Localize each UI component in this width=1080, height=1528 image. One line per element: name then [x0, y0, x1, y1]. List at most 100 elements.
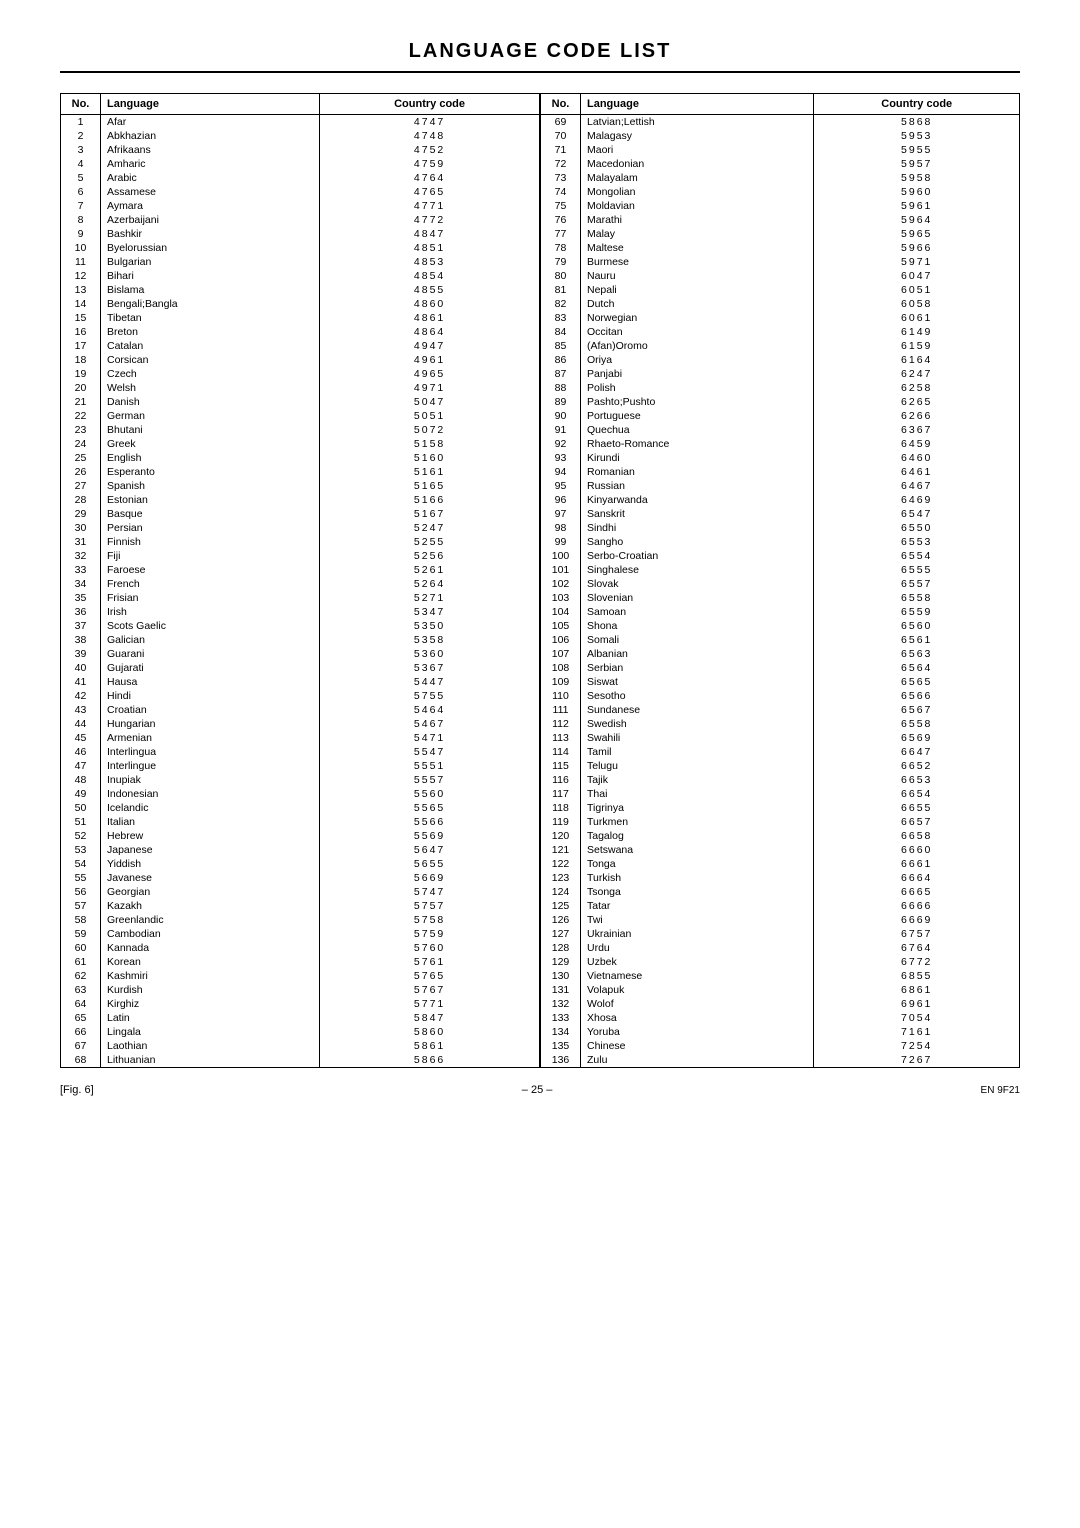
row-number: 6: [61, 185, 101, 199]
row-language: Romanian: [581, 465, 814, 479]
table-row: 62Kashmiri5765: [61, 969, 540, 983]
row-code: 5072: [320, 423, 540, 437]
right-header-no: No.: [541, 94, 581, 115]
row-code: 5757: [320, 899, 540, 913]
row-language: Tibetan: [101, 311, 320, 325]
row-code: 5767: [320, 983, 540, 997]
row-number: 42: [61, 689, 101, 703]
row-language: Samoan: [581, 605, 814, 619]
row-number: 15: [61, 311, 101, 325]
row-language: Setswana: [581, 843, 814, 857]
table-row: 93Kirundi6460: [541, 451, 1020, 465]
table-row: 28Estonian5166: [61, 493, 540, 507]
table-row: 9Bashkir4847: [61, 227, 540, 241]
row-code: 5447: [320, 675, 540, 689]
row-code: 5971: [814, 255, 1020, 269]
table-row: 23Bhutani5072: [61, 423, 540, 437]
row-language: Kurdish: [101, 983, 320, 997]
row-language: Greenlandic: [101, 913, 320, 927]
row-code: 6653: [814, 773, 1020, 787]
row-number: 79: [541, 255, 581, 269]
row-number: 102: [541, 577, 581, 591]
table-row: 4Amharic4759: [61, 157, 540, 171]
row-number: 7: [61, 199, 101, 213]
row-code: 5551: [320, 759, 540, 773]
row-number: 50: [61, 801, 101, 815]
left-header-language: Language: [101, 94, 320, 115]
row-language: Russian: [581, 479, 814, 493]
row-code: 5247: [320, 521, 540, 535]
row-number: 130: [541, 969, 581, 983]
row-code: 5560: [320, 787, 540, 801]
row-language: Rhaeto-Romance: [581, 437, 814, 451]
row-number: 51: [61, 815, 101, 829]
row-code: 6460: [814, 451, 1020, 465]
row-language: Mongolian: [581, 185, 814, 199]
row-language: Thai: [581, 787, 814, 801]
row-code: 5955: [814, 143, 1020, 157]
row-number: 36: [61, 605, 101, 619]
row-language: Turkish: [581, 871, 814, 885]
row-code: 5866: [320, 1053, 540, 1068]
row-number: 128: [541, 941, 581, 955]
row-code: 7054: [814, 1011, 1020, 1025]
table-row: 74Mongolian5960: [541, 185, 1020, 199]
row-language: Polish: [581, 381, 814, 395]
row-language: Turkmen: [581, 815, 814, 829]
row-code: 6757: [814, 927, 1020, 941]
table-row: 36Irish5347: [61, 605, 540, 619]
row-language: Georgian: [101, 885, 320, 899]
table-row: 37Scots Gaelic5350: [61, 619, 540, 633]
row-code: 5255: [320, 535, 540, 549]
table-row: 110Sesotho6566: [541, 689, 1020, 703]
row-language: Tamil: [581, 745, 814, 759]
row-code: 4965: [320, 367, 540, 381]
table-row: 85(Afan)Oromo6159: [541, 339, 1020, 353]
row-code: 5758: [320, 913, 540, 927]
table-row: 106Somali6561: [541, 633, 1020, 647]
row-code: 5264: [320, 577, 540, 591]
row-number: 5: [61, 171, 101, 185]
table-row: 65Latin5847: [61, 1011, 540, 1025]
row-language: Maori: [581, 143, 814, 157]
row-code: 5958: [814, 171, 1020, 185]
row-code: 5760: [320, 941, 540, 955]
row-code: 6764: [814, 941, 1020, 955]
row-code: 5960: [814, 185, 1020, 199]
row-language: Oriya: [581, 353, 814, 367]
row-number: 24: [61, 437, 101, 451]
row-number: 98: [541, 521, 581, 535]
table-row: 88Polish6258: [541, 381, 1020, 395]
table-row: 47Interlingue5551: [61, 759, 540, 773]
row-code: 5256: [320, 549, 540, 563]
table-row: 64Kirghiz5771: [61, 997, 540, 1011]
row-number: 117: [541, 787, 581, 801]
row-number: 12: [61, 269, 101, 283]
table-row: 92Rhaeto-Romance6459: [541, 437, 1020, 451]
row-number: 93: [541, 451, 581, 465]
table-row: 61Korean5761: [61, 955, 540, 969]
row-language: French: [101, 577, 320, 591]
row-number: 133: [541, 1011, 581, 1025]
row-number: 34: [61, 577, 101, 591]
table-row: 91Quechua6367: [541, 423, 1020, 437]
row-number: 132: [541, 997, 581, 1011]
row-number: 58: [61, 913, 101, 927]
table-row: 48Inupiak5557: [61, 773, 540, 787]
row-number: 43: [61, 703, 101, 717]
table-row: 35Frisian5271: [61, 591, 540, 605]
table-row: 82Dutch6058: [541, 297, 1020, 311]
row-code: 6461: [814, 465, 1020, 479]
row-code: 5569: [320, 829, 540, 843]
row-code: 5350: [320, 619, 540, 633]
table-row: 40Gujarati5367: [61, 661, 540, 675]
table-row: 77Malay5965: [541, 227, 1020, 241]
row-code: 5868: [814, 115, 1020, 130]
row-language: Afrikaans: [101, 143, 320, 157]
table-row: 5Arabic4764: [61, 171, 540, 185]
row-number: 59: [61, 927, 101, 941]
row-code: 4759: [320, 157, 540, 171]
table-row: 18Corsican4961: [61, 353, 540, 367]
row-language: Yoruba: [581, 1025, 814, 1039]
row-number: 63: [61, 983, 101, 997]
